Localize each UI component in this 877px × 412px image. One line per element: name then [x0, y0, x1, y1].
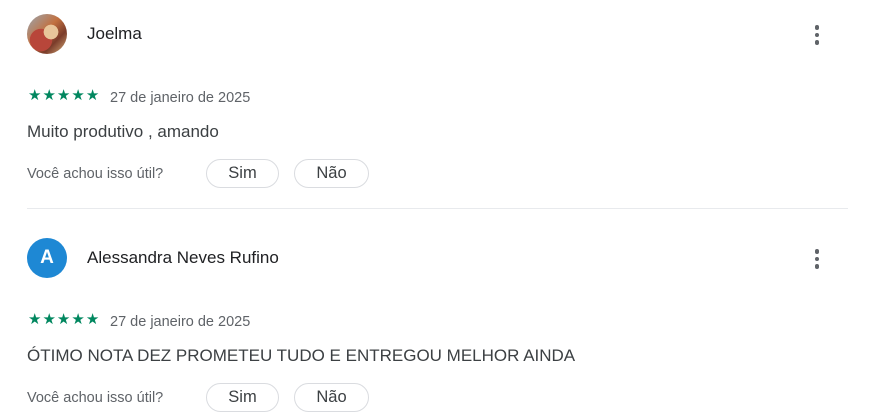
helpful-no-button[interactable]: Não — [294, 159, 369, 188]
star-icon: ★ — [28, 311, 42, 328]
helpful-yes-button[interactable]: Sim — [206, 383, 279, 412]
helpful-question: Você achou isso útil? — [27, 166, 164, 182]
reviewer-name: Alessandra Neves Rufino — [87, 248, 279, 267]
star-icon: ★ — [56, 311, 71, 328]
review-date: 27 de janeiro de 2025 — [110, 90, 251, 106]
star-icon: ★ — [42, 87, 56, 104]
helpful-yes-button[interactable]: Sim — [206, 159, 279, 188]
more-vert-icon — [814, 249, 820, 254]
star-icon: ★ — [71, 87, 85, 104]
star-rating: ★ ★ ★ ★ ★ — [28, 312, 99, 328]
more-vert-icon — [814, 25, 820, 30]
helpful-question: Você achou isso útil? — [27, 390, 164, 406]
divider — [27, 208, 848, 209]
star-icon: ★ — [42, 311, 56, 328]
star-icon: ★ — [28, 87, 42, 104]
star-icon: ★ — [56, 87, 71, 104]
helpful-no-button[interactable]: Não — [294, 383, 369, 412]
avatar[interactable] — [27, 14, 67, 54]
review-text: ÓTIMO NOTA DEZ PROMETEU TUDO E ENTREGOU … — [27, 346, 576, 365]
star-rating: ★ ★ ★ ★ ★ — [28, 88, 99, 104]
review-text: Muito produtivo , amando — [27, 122, 219, 141]
avatar[interactable]: A — [27, 238, 67, 278]
star-icon: ★ — [85, 311, 100, 328]
star-icon: ★ — [85, 87, 100, 104]
review-date: 27 de janeiro de 2025 — [110, 314, 251, 330]
reviewer-name: Joelma — [87, 24, 142, 43]
more-options-button[interactable] — [805, 244, 829, 274]
star-icon: ★ — [71, 311, 85, 328]
more-options-button[interactable] — [805, 20, 829, 50]
